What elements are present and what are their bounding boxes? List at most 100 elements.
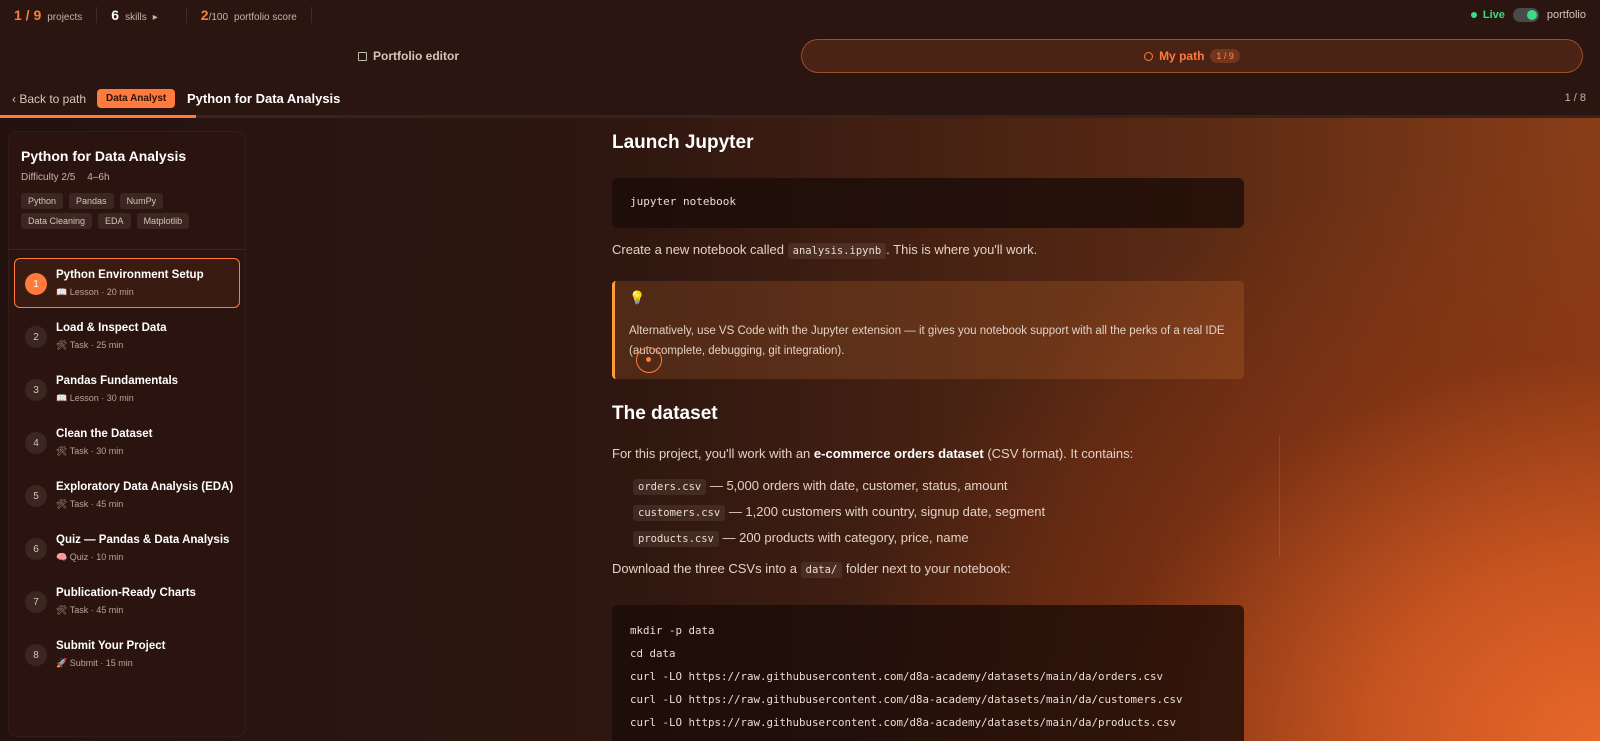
text: — 1,200 customers with country, signup d… [728, 504, 1046, 519]
code-block-launch: jupyter notebook [612, 178, 1244, 228]
step-meta: 🧠 Quiz · 10 min [56, 552, 124, 562]
duration: 4–6h [87, 172, 110, 183]
projects-stat: 1 / 9 projects [14, 7, 98, 23]
section-heading-launch: Launch Jupyter [612, 132, 754, 153]
step-item-1[interactable]: 1 Python Environment Setup 📖 Lesson · 20… [14, 258, 240, 308]
step-counter: 1 / 8 [1564, 92, 1586, 104]
project-progress-bar [0, 115, 196, 118]
inline-code: customers.csv [633, 505, 726, 521]
score-stat: 2/100 portfolio score [185, 7, 312, 23]
step-title: Python Environment Setup [56, 269, 204, 281]
callout-text: Alternatively, use VS Code with the Jupy… [629, 325, 1225, 357]
tag: Python [21, 193, 64, 209]
inline-code: analysis.ipynb [787, 243, 887, 259]
tip-callout: 💡 Alternatively, use VS Code with the Ju… [612, 281, 1244, 379]
score-value: 2 [200, 7, 209, 23]
skills-chevron-icon: ▸ [152, 12, 158, 23]
step-item-4[interactable]: 4 Clean the Dataset 🛠 Task · 30 min [14, 417, 240, 467]
step-meta: 🛠 Task · 25 min [56, 340, 124, 350]
back-to-path-link[interactable]: ‹ Back to path [12, 92, 86, 106]
code-line: cd data [630, 647, 676, 660]
step-title: Load & Inspect Data [56, 322, 167, 334]
nav-row: Portfolio editor My path 1 / 9 [0, 30, 1600, 82]
project-sidebar: Python for Data Analysis Difficulty 2/5 … [8, 131, 246, 737]
step-title: Clean the Dataset [56, 428, 153, 440]
projects-value: 1 / 9 [14, 7, 42, 23]
step-meta: 🚀 Submit · 15 min [56, 658, 133, 668]
portfolio-editor-label: Portfolio editor [373, 49, 459, 63]
portfolio-editor-button[interactable]: Portfolio editor [358, 49, 459, 63]
step-meta: 🛠 Task · 30 min [56, 446, 124, 456]
list-item: products.csv — 200 products with categor… [633, 530, 969, 547]
step-number: 2 [25, 326, 47, 348]
code-line: curl -LO https://raw.githubusercontent.c… [630, 670, 1164, 683]
tag: Pandas [69, 193, 114, 209]
tag: Data Cleaning [21, 213, 93, 229]
my-path-label: My path [1159, 49, 1205, 63]
code-block-download: mkdir -p data cd data curl -LO https://r… [612, 605, 1244, 741]
step-title: Submit Your Project [56, 640, 166, 652]
tag: Matplotlib [136, 213, 190, 229]
bold-text: e-commerce orders dataset [813, 446, 984, 461]
step-item-3[interactable]: 3 Pandas Fundamentals 📖 Lesson · 30 min [14, 364, 240, 414]
sidebar-meta: Difficulty 2/5 4–6h [21, 172, 233, 183]
step-meta: 🛠 Task · 45 min [56, 499, 124, 509]
paragraph-dataset: For this project, you'll work with an e-… [612, 446, 1245, 461]
list-item: orders.csv — 5,000 orders with date, cus… [633, 478, 1008, 495]
portfolio-label: portfolio [1546, 9, 1586, 21]
step-meta: 🛠 Task · 45 min [56, 605, 124, 615]
portfolio-live-toggle[interactable] [1512, 8, 1539, 22]
live-dot-icon [1470, 12, 1477, 18]
scrollbar[interactable] [1279, 435, 1280, 557]
inline-code: orders.csv [633, 479, 707, 495]
step-number: 3 [25, 379, 47, 401]
step-number: 1 [25, 273, 47, 295]
top-stats-bar: 1 / 9 projects 6 skills ▸ 2/100 portfoli… [0, 0, 1600, 30]
code-line: curl -LO https://raw.githubusercontent.c… [630, 693, 1183, 706]
step-number: 6 [25, 538, 47, 560]
text: folder next to your notebook: [845, 561, 1011, 576]
step-title: Quiz — Pandas & Data Analysis [56, 534, 230, 546]
lightbulb-icon: 💡 [629, 290, 646, 305]
step-list: 1 Python Environment Setup 📖 Lesson · 20… [9, 250, 245, 690]
tag: EDA [98, 213, 131, 229]
step-title: Pandas Fundamentals [56, 375, 179, 387]
live-label: Live [1482, 9, 1505, 21]
list-item: customers.csv — 1,200 customers with cou… [633, 504, 1046, 521]
step-item-5[interactable]: 5 Exploratory Data Analysis (EDA) 🛠 Task… [14, 470, 240, 520]
my-path-count: 1 / 9 [1210, 49, 1240, 63]
step-item-7[interactable]: 7 Publication-Ready Charts 🛠 Task · 45 m… [14, 576, 240, 626]
code-line: curl -LO https://raw.githubusercontent.c… [630, 716, 1177, 729]
step-number: 8 [25, 644, 47, 666]
cursor-dot [646, 357, 651, 362]
my-path-button[interactable]: My path 1 / 9 [801, 39, 1583, 73]
lesson-content: Launch Jupyter jupyter notebook Create a… [612, 118, 1245, 741]
skills-value: 6 [111, 7, 120, 23]
project-title: Python for Data Analysis [187, 91, 341, 106]
live-indicator: Live [1470, 9, 1505, 21]
text: For this project, you'll work with an [612, 446, 811, 461]
text: Download the three CSVs into a [612, 561, 797, 576]
clock-icon [1144, 51, 1154, 61]
score-label: portfolio score [234, 12, 297, 23]
difficulty: Difficulty 2/5 [21, 172, 76, 183]
live-status: Live portfolio [1470, 8, 1586, 22]
text: (CSV format). It contains: [987, 446, 1134, 461]
skill-tags: Python Pandas NumPy Data Cleaning EDA Ma… [21, 193, 236, 229]
toggle-knob [1526, 10, 1537, 20]
text: — 5,000 orders with date, customer, stat… [709, 478, 1008, 493]
step-number: 5 [25, 485, 47, 507]
sidebar-title: Python for Data Analysis [21, 148, 187, 164]
step-item-2[interactable]: 2 Load & Inspect Data 🛠 Task · 25 min [14, 311, 240, 361]
step-item-6[interactable]: 6 Quiz — Pandas & Data Analysis 🧠 Quiz ·… [14, 523, 240, 573]
code-line: jupyter notebook [630, 195, 736, 208]
paragraph-notebook: Create a new notebook called analysis.ip… [612, 242, 1245, 259]
skills-stat[interactable]: 6 skills ▸ [111, 7, 172, 23]
step-number: 7 [25, 591, 47, 613]
sidebar-header: Python for Data Analysis Difficulty 2/5 … [9, 132, 245, 250]
step-item-8[interactable]: 8 Submit Your Project 🚀 Submit · 15 min [14, 629, 240, 679]
text: . This is where you'll work. [886, 242, 1038, 257]
step-meta: 📖 Lesson · 20 min [56, 287, 134, 297]
tag: NumPy [119, 193, 164, 209]
step-number: 4 [25, 432, 47, 454]
